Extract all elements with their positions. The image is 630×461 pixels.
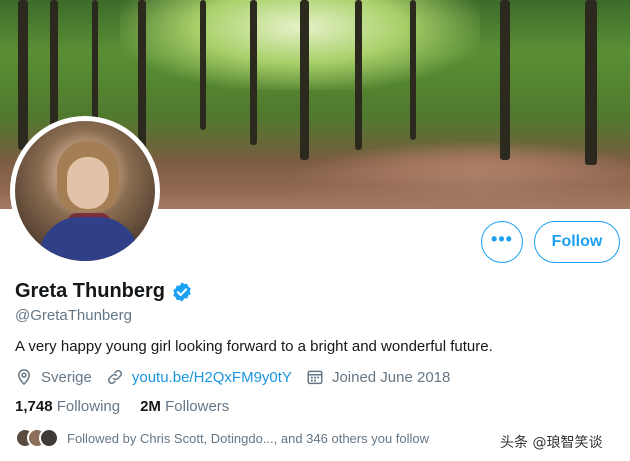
following-count: 1,748: [15, 398, 53, 415]
banner-tree: [500, 0, 510, 160]
followers-count: 2M: [140, 398, 161, 415]
banner-tree: [200, 0, 206, 130]
display-name: Greta Thunberg: [15, 280, 166, 302]
location-icon: [17, 369, 31, 386]
bio: A very happy young girl looking forward …: [15, 338, 493, 355]
profile-meta: Sverige youtu.be/H2QxFM9y0tY Joined June…: [15, 368, 464, 386]
avatar-jacket: [39, 217, 139, 261]
join-date: Joined June 2018: [306, 368, 450, 386]
avatar: [39, 428, 59, 448]
following-stat[interactable]: 1,748 Following: [15, 398, 120, 415]
handle: @GretaThunberg: [15, 307, 132, 324]
banner-tree: [585, 0, 597, 165]
banner-tree: [138, 0, 146, 160]
followed-by-text: Followed by Chris Scott, Dotingdo..., an…: [67, 430, 430, 446]
banner-tree: [410, 0, 416, 140]
name-row: Greta Thunberg: [15, 280, 193, 303]
followers-label: Followers: [165, 398, 230, 415]
location: Sverige: [15, 368, 92, 386]
watermark: 头条 @琅智笑谈: [500, 435, 603, 451]
follow-button[interactable]: Follow: [534, 221, 620, 263]
profile-avatar[interactable]: [10, 116, 160, 266]
more-icon: •••: [491, 229, 513, 249]
banner-tree: [250, 0, 257, 145]
website[interactable]: youtu.be/H2QxFM9y0tY: [106, 368, 292, 386]
banner-tree: [355, 0, 362, 150]
following-label: Following: [56, 398, 121, 415]
follower-avatars: [15, 428, 59, 448]
profile-stats: 1,748 Following 2M Followers: [15, 398, 249, 415]
location-text: Sverige: [41, 368, 92, 386]
calendar-icon: [307, 370, 323, 385]
link-icon: [107, 369, 122, 385]
banner-tree: [18, 0, 28, 150]
banner-tree: [300, 0, 309, 160]
more-options-button[interactable]: •••: [481, 221, 523, 263]
followed-by[interactable]: Followed by Chris Scott, Dotingdo..., an…: [15, 428, 429, 448]
join-date-text: Joined June 2018: [331, 368, 451, 386]
followers-stat[interactable]: 2M Followers: [140, 398, 229, 415]
website-link[interactable]: youtu.be/H2QxFM9y0tY: [132, 369, 292, 386]
avatar-face: [67, 157, 109, 209]
verified-badge-icon: [173, 281, 191, 302]
